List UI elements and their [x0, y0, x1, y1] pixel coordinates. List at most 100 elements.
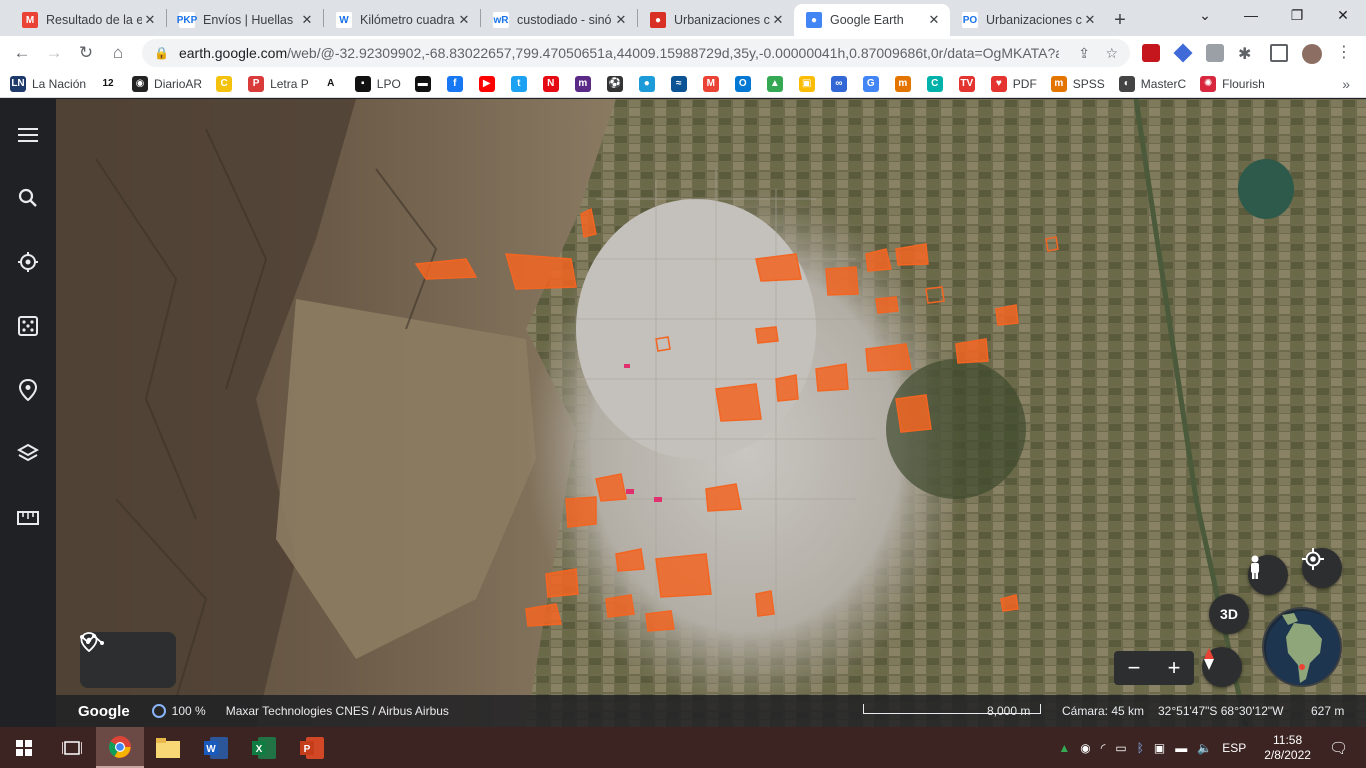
- my-location-icon[interactable]: [1302, 548, 1342, 588]
- home-button[interactable]: ⌂: [102, 38, 134, 68]
- close-tab-icon[interactable]: ✕: [1082, 12, 1098, 28]
- close-tab-icon[interactable]: ✕: [299, 12, 315, 28]
- bookmark-item[interactable]: ●: [638, 75, 661, 92]
- bookmark-star-icon[interactable]: ☆: [1105, 45, 1118, 62]
- battery-icon[interactable]: ▬: [1175, 741, 1187, 755]
- bookmark-item[interactable]: f: [446, 75, 469, 92]
- bookmark-item[interactable]: t: [510, 75, 533, 92]
- close-tab-icon[interactable]: ✕: [926, 12, 942, 28]
- browser-tab[interactable]: PO Urbanizaciones c ✕: [950, 4, 1106, 36]
- toggle-3d-button[interactable]: 3D: [1209, 594, 1249, 634]
- more-bookmarks-icon[interactable]: »: [1342, 76, 1350, 92]
- search-icon[interactable]: [8, 178, 48, 218]
- close-window-button[interactable]: ✕: [1320, 0, 1366, 30]
- bookmark-item[interactable]: N: [542, 75, 565, 92]
- task-view-icon[interactable]: [48, 727, 96, 768]
- projects-icon[interactable]: [8, 370, 48, 410]
- powerpoint-icon[interactable]: P: [288, 727, 336, 768]
- bookmark-label: La Nación: [32, 76, 87, 91]
- close-tab-icon[interactable]: ✕: [142, 12, 158, 28]
- browser-tab[interactable]: M Resultado de la e ✕: [10, 4, 166, 36]
- back-button[interactable]: ←: [6, 38, 38, 68]
- bookmark-item[interactable]: ♥ PDF: [990, 75, 1037, 92]
- bookmark-favicon-icon: t: [510, 75, 527, 92]
- browser-tab[interactable]: ● Urbanizaciones c ✕: [638, 4, 794, 36]
- notifications-icon[interactable]: 🗨: [1329, 739, 1348, 757]
- zoom-out-button[interactable]: −: [1128, 655, 1141, 681]
- avatar[interactable]: [1302, 44, 1322, 64]
- bookmark-item[interactable]: O: [734, 75, 757, 92]
- tab-search-icon[interactable]: ⌄: [1182, 0, 1228, 30]
- bookmark-item[interactable]: ⚽: [606, 75, 629, 92]
- bookmark-item[interactable]: ▬: [414, 75, 437, 92]
- browser-tab[interactable]: wR custodiado - sinó ✕: [481, 4, 637, 36]
- bookmark-item[interactable]: ▣: [798, 75, 821, 92]
- feeling-lucky-icon[interactable]: [8, 306, 48, 346]
- bookmark-item[interactable]: 12: [100, 75, 122, 92]
- close-tab-icon[interactable]: ✕: [770, 12, 786, 28]
- close-tab-icon[interactable]: ✕: [456, 12, 472, 28]
- globe-minimap[interactable]: [1262, 607, 1342, 687]
- restore-button[interactable]: ❐: [1274, 0, 1320, 30]
- pdf-extension-icon[interactable]: [1142, 44, 1160, 62]
- clock[interactable]: 11:58 2/8/2022: [1264, 733, 1311, 763]
- file-explorer-icon[interactable]: [144, 727, 192, 768]
- bookmark-item[interactable]: C: [216, 75, 238, 92]
- extension-icon[interactable]: [1173, 43, 1193, 63]
- word-icon[interactable]: W: [192, 727, 240, 768]
- bookmark-item[interactable]: P Letra P: [248, 75, 309, 92]
- address-bar[interactable]: 🔒 earth.google.com/web/@-32.92309902,-68…: [142, 39, 1130, 67]
- reload-button[interactable]: ↻: [70, 38, 102, 68]
- side-panel-icon[interactable]: [1270, 44, 1288, 62]
- street-view-pegman-icon[interactable]: [1248, 555, 1288, 595]
- new-tab-button[interactable]: +: [1106, 4, 1134, 36]
- bookmark-item[interactable]: TV: [958, 75, 981, 92]
- satellite-map[interactable]: 3D − +: [56, 99, 1366, 727]
- excel-icon[interactable]: X: [240, 727, 288, 768]
- minimize-button[interactable]: —: [1228, 0, 1274, 30]
- extensions-puzzle-icon[interactable]: ✱: [1238, 44, 1256, 63]
- bookmark-item[interactable]: ▶: [478, 75, 501, 92]
- bookmark-item[interactable]: G: [862, 75, 885, 92]
- bookmark-item[interactable]: LN La Nación: [10, 75, 87, 92]
- bookmark-item[interactable]: A: [322, 75, 345, 92]
- zoom-in-button[interactable]: +: [1168, 655, 1181, 681]
- drive-tray-icon[interactable]: ▲: [1058, 741, 1070, 755]
- browser-tab[interactable]: W Kilómetro cuadra ✕: [324, 4, 480, 36]
- share-icon[interactable]: ⇪: [1078, 45, 1090, 62]
- browser-tab[interactable]: ● Google Earth ✕: [794, 4, 950, 36]
- bookmark-item[interactable]: ◐ MasterC: [1118, 75, 1186, 92]
- bookmark-item[interactable]: ∞: [830, 75, 853, 92]
- bookmark-item[interactable]: ≈: [670, 75, 693, 92]
- url-path: /web/@-32.92309902,-68.83022657,799.4705…: [287, 45, 1059, 61]
- forward-button[interactable]: →: [38, 38, 70, 68]
- bookmark-item[interactable]: C: [926, 75, 949, 92]
- bluetooth-icon[interactable]: ᛒ: [1137, 741, 1144, 755]
- measure-icon[interactable]: [8, 498, 48, 538]
- bookmark-item[interactable]: ▲: [766, 75, 789, 92]
- more-menu-icon[interactable]: ⋮: [1336, 44, 1352, 64]
- bookmark-item[interactable]: m: [894, 75, 917, 92]
- volume-icon[interactable]: 🔈: [1197, 741, 1212, 755]
- extension-icon[interactable]: [1206, 44, 1224, 62]
- chrome-taskbar-icon[interactable]: [96, 727, 144, 768]
- menu-icon[interactable]: [8, 115, 48, 155]
- input-language[interactable]: ESP: [1222, 741, 1246, 755]
- bookmark-item[interactable]: M: [702, 75, 725, 92]
- wifi-icon[interactable]: ◜: [1101, 741, 1106, 755]
- map-style-icon[interactable]: [8, 434, 48, 474]
- compass-icon[interactable]: [1202, 647, 1242, 687]
- bookmark-item[interactable]: m SPSS: [1050, 75, 1105, 92]
- imagery-attribution[interactable]: Maxar Technologies CNES / Airbus Airbus: [226, 704, 449, 718]
- bookmark-item[interactable]: ✺ Flourish: [1200, 75, 1265, 92]
- close-tab-icon[interactable]: ✕: [613, 12, 629, 28]
- display-icon[interactable]: ▣: [1154, 741, 1165, 755]
- network-icon[interactable]: ▭: [1115, 741, 1126, 755]
- bookmark-item[interactable]: ◉ DiarioAR: [132, 75, 202, 92]
- windows-start-icon[interactable]: [0, 727, 48, 768]
- chrome-tray-icon[interactable]: ◉: [1080, 741, 1090, 755]
- voyager-icon[interactable]: [8, 242, 48, 282]
- browser-tab[interactable]: PKP Envíos | Huellas ✕: [167, 4, 323, 36]
- bookmark-item[interactable]: ▪ LPO: [354, 75, 401, 92]
- bookmark-item[interactable]: m: [574, 75, 597, 92]
